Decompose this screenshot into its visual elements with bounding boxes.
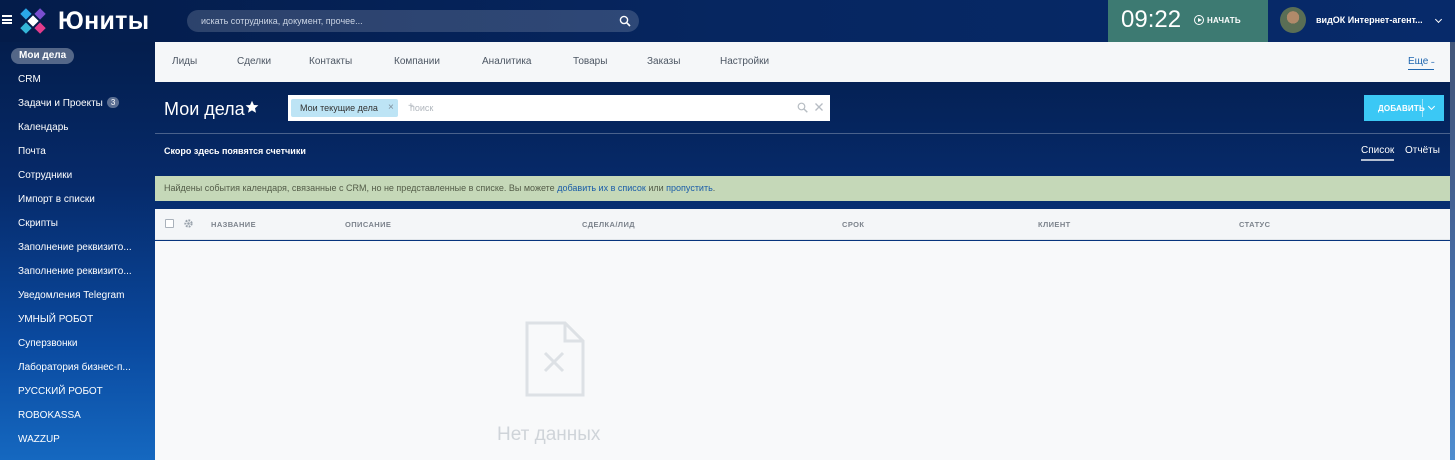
sidebar-item-label: CRM xyxy=(18,74,41,85)
sidebar-item-label: Заполнение реквизито... xyxy=(18,266,132,277)
notice-or: или xyxy=(648,183,664,193)
sidebar-item-wazzup[interactable]: WAZZUP xyxy=(18,432,60,448)
tab-analytics[interactable]: Аналитика xyxy=(482,42,532,82)
sidebar-item-telegram[interactable]: Уведомления Telegram xyxy=(18,288,124,304)
sidebar-item-my-tasks[interactable]: Мои дела xyxy=(11,48,75,64)
sidebar-item-label: Почта xyxy=(18,146,46,157)
sidebar-item-label: Мои дела xyxy=(19,50,67,61)
grid-body: Нет данных xyxy=(155,241,1450,460)
filter-search-input[interactable] xyxy=(410,100,780,116)
sidebar-item-label: WAZZUP xyxy=(18,434,60,445)
gear-icon[interactable] xyxy=(183,218,194,229)
user-name[interactable]: видОК Интернет-агент... xyxy=(1316,15,1423,25)
sidebar-item-label: Скрипты xyxy=(18,218,58,229)
filter-search-box[interactable]: Мои текущие дела × xyxy=(288,95,830,121)
counters-note: Скоро здесь появятся счетчики xyxy=(164,146,306,156)
tab-deals[interactable]: Сделки xyxy=(237,42,271,82)
column-header-client[interactable]: КЛИЕНТ xyxy=(1038,209,1071,240)
sidebar-item-label: ROBOKASSA xyxy=(18,410,81,421)
logo-icon[interactable] xyxy=(15,5,51,37)
column-header-deal-lead[interactable]: СДЕЛКА/ЛИД xyxy=(582,209,635,240)
crm-navbar: Лиды Сделки Контакты Компании Аналитика … xyxy=(155,42,1450,82)
view-list-tab[interactable]: Список xyxy=(1361,145,1395,161)
sidebar-item-scripts[interactable]: Скрипты xyxy=(18,216,58,232)
grid-header: НАЗВАНИЕ ОПИСАНИЕ СДЕЛКА/ЛИД СРОК КЛИЕНТ… xyxy=(155,209,1450,240)
tab-contacts[interactable]: Контакты xyxy=(309,42,352,82)
sidebar-item-smart-robot[interactable]: УМНЫЙ РОБОТ xyxy=(18,312,93,328)
filter-chip[interactable]: Мои текущие дела × xyxy=(291,99,398,117)
skip-link[interactable]: пропустить xyxy=(666,183,713,193)
sidebar-item-label: Уведомления Telegram xyxy=(18,290,125,301)
top-bar: Юниты 09:22 НАЧАТЬ видОК Интернет-агент.… xyxy=(0,0,1455,42)
sidebar-item-label: Импорт в списки xyxy=(18,194,95,205)
star-icon[interactable] xyxy=(245,100,259,114)
sidebar-item-business-lab[interactable]: Лаборатория бизнес-п... xyxy=(18,360,131,376)
column-header-name[interactable]: НАЗВАНИЕ xyxy=(211,209,256,240)
sidebar-item-employees[interactable]: Сотрудники xyxy=(18,168,72,184)
tab-more-label: Еще xyxy=(1408,56,1429,67)
sidebar-item-crm[interactable]: CRM xyxy=(18,72,41,88)
sidebar-item-import-lists[interactable]: Импорт в списки xyxy=(18,192,95,208)
clock-time: 09:22 xyxy=(1121,6,1182,33)
play-icon xyxy=(1194,15,1204,25)
sidebar-item-requisites-1[interactable]: Заполнение реквизито... xyxy=(18,240,132,256)
empty-state-text: Нет данных xyxy=(497,424,601,445)
tab-leads[interactable]: Лиды xyxy=(172,42,197,82)
divider xyxy=(155,133,1450,134)
sidebar-item-label: Суперзвонки xyxy=(18,338,78,349)
avatar[interactable] xyxy=(1280,7,1306,33)
sidebar: Мои дела CRM Задачи и Проекты 3 Календарь… xyxy=(0,42,155,460)
search-icon[interactable] xyxy=(619,15,631,27)
scrollbar[interactable] xyxy=(1450,42,1455,460)
sidebar-item-label: Заполнение реквизито... xyxy=(18,242,132,253)
clear-icon[interactable] xyxy=(814,102,824,112)
column-header-description[interactable]: ОПИСАНИЕ xyxy=(345,209,391,240)
tab-more[interactable]: Еще ˗ xyxy=(1408,42,1435,82)
start-workday-label: НАЧАТЬ xyxy=(1207,15,1241,25)
sidebar-item-calendar[interactable]: Календарь xyxy=(18,120,68,136)
add-to-list-link[interactable]: добавить их в список xyxy=(557,183,646,193)
sidebar-item-label: Сотрудники xyxy=(18,170,73,181)
sidebar-item-label: РУССКИЙ РОБОТ xyxy=(18,386,103,397)
select-all-checkbox[interactable] xyxy=(165,219,174,228)
workday-clock[interactable]: 09:22 НАЧАТЬ xyxy=(1108,0,1268,42)
sidebar-item-label: Задачи и Проекты xyxy=(18,98,103,109)
sidebar-item-russian-robot[interactable]: РУССКИЙ РОБОТ xyxy=(18,384,103,400)
view-reports-tab[interactable]: Отчёты xyxy=(1405,145,1440,156)
close-icon[interactable]: × xyxy=(388,99,394,117)
logo-text[interactable]: Юниты xyxy=(58,7,149,35)
sidebar-item-label: Лаборатория бизнес-п... xyxy=(18,362,131,373)
tab-settings[interactable]: Настройки xyxy=(720,42,769,82)
add-button-divider xyxy=(1422,99,1423,117)
start-workday-button[interactable]: НАЧАТЬ xyxy=(1194,15,1241,25)
notice-text: Найдены события календаря, связанные с C… xyxy=(164,183,555,193)
sidebar-item-robokassa[interactable]: ROBOKASSA xyxy=(18,408,81,424)
notice-end: . xyxy=(712,183,716,193)
page-title: Мои дела xyxy=(164,99,245,119)
empty-document-icon xyxy=(525,321,585,397)
column-header-deadline[interactable]: СРОК xyxy=(842,209,864,240)
sidebar-item-requisites-2[interactable]: Заполнение реквизито... xyxy=(18,264,132,280)
tab-orders[interactable]: Заказы xyxy=(647,42,680,82)
sidebar-item-mail[interactable]: Почта xyxy=(18,144,46,160)
counter-badge: 3 xyxy=(106,97,120,108)
global-search-input[interactable] xyxy=(187,10,639,32)
add-filter-plus[interactable]: + xyxy=(408,101,414,112)
tab-companies[interactable]: Компании xyxy=(394,42,440,82)
filter-chip-label: Мои текущие дела xyxy=(300,103,378,113)
sidebar-item-label: УМНЫЙ РОБОТ xyxy=(18,314,94,325)
sidebar-item-supercalls[interactable]: Суперзвонки xyxy=(18,336,77,352)
tab-products[interactable]: Товары xyxy=(573,42,607,82)
sidebar-item-label: Календарь xyxy=(18,122,69,133)
chevron-down-icon[interactable] xyxy=(1434,15,1443,24)
calendar-events-notice: Найдены события календаря, связанные с C… xyxy=(155,176,1450,201)
sidebar-item-tasks-projects[interactable]: Задачи и Проекты 3 xyxy=(18,96,120,112)
column-header-status[interactable]: СТАТУС xyxy=(1239,209,1270,240)
menu-burger-icon[interactable] xyxy=(2,15,12,24)
search-icon[interactable] xyxy=(797,102,808,113)
